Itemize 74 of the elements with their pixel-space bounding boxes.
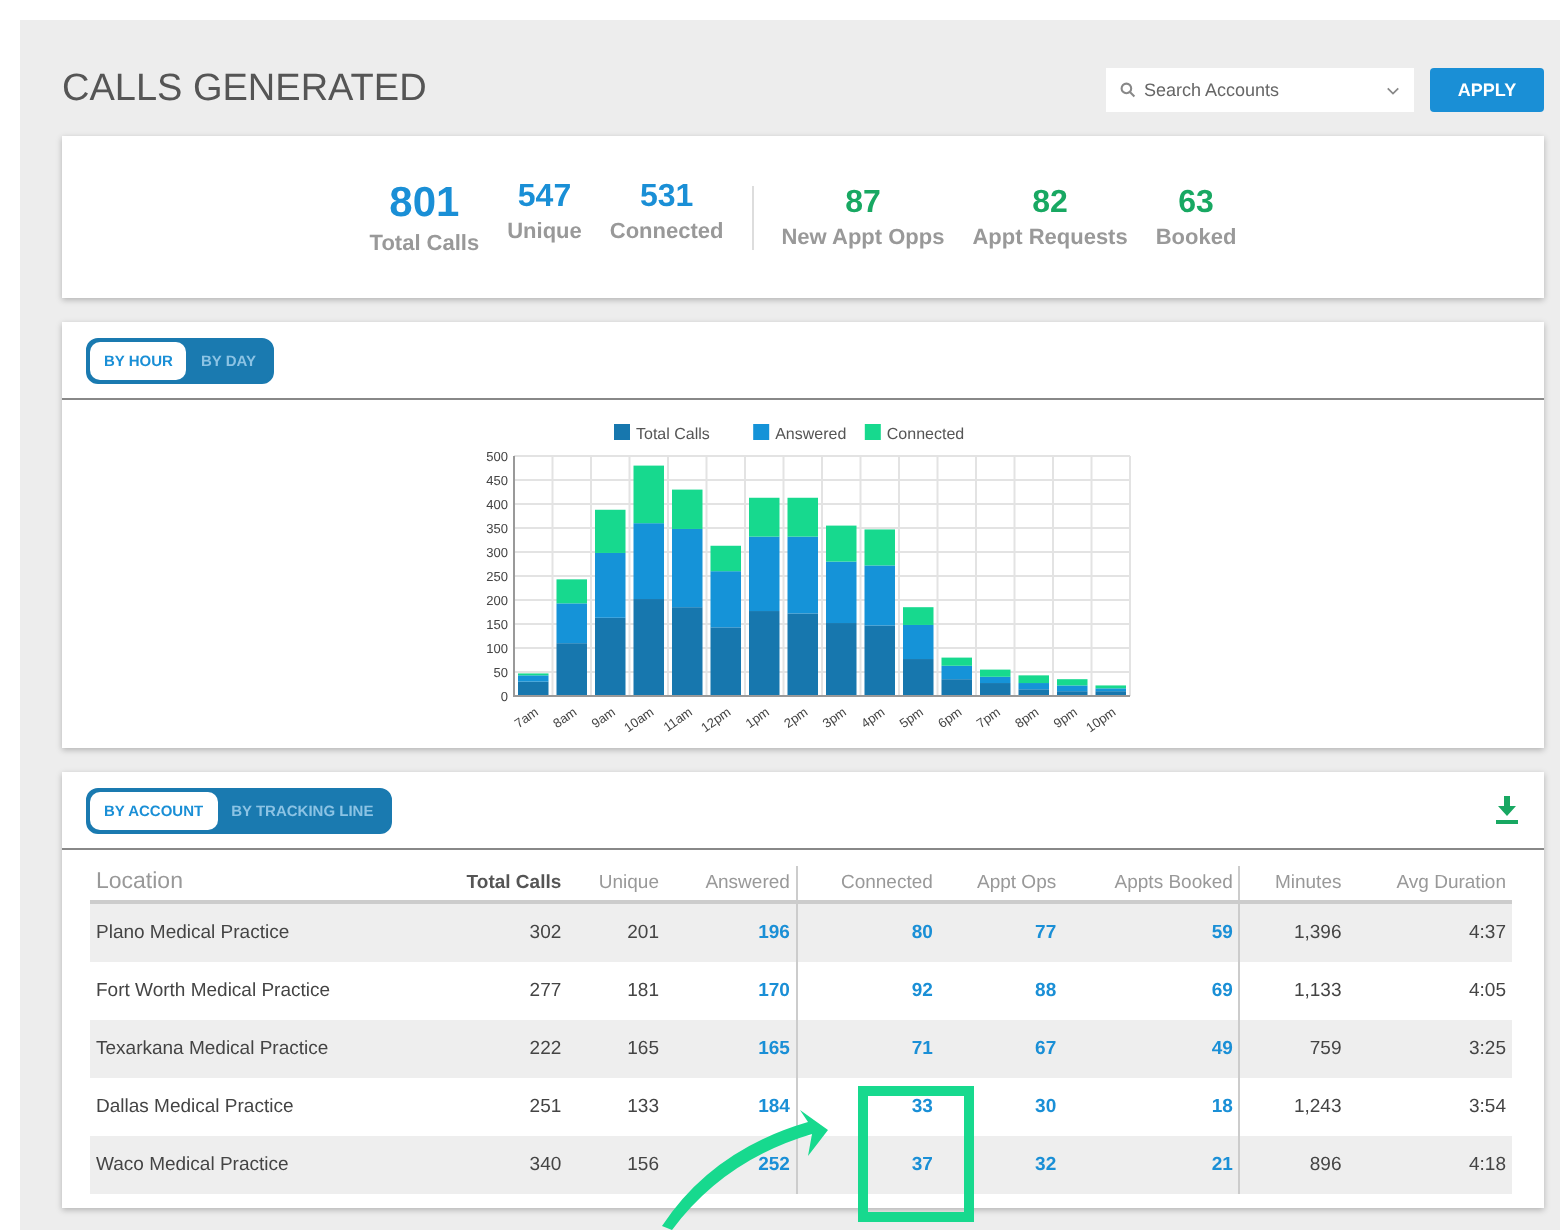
bar-segment <box>863 625 894 696</box>
bar-segment <box>709 627 740 696</box>
highlight-frame <box>858 1086 974 1222</box>
stat-label: Unique <box>507 219 582 243</box>
bar-segment <box>825 623 856 696</box>
table-cell: 133 <box>567 1078 665 1136</box>
table-cell: 165 <box>567 1020 665 1078</box>
table-cell: Texarkana Medical Practice <box>90 1020 423 1078</box>
table-link[interactable]: 196 <box>664 902 797 962</box>
apply-button[interactable]: APPLY <box>1430 68 1544 112</box>
table-link[interactable]: 32 <box>938 1136 1063 1194</box>
table-cell: 759 <box>1239 1020 1348 1078</box>
search-icon <box>1120 82 1136 98</box>
table-cell: 3:25 <box>1347 1020 1512 1078</box>
table-cell: 251 <box>422 1078 568 1136</box>
table-cell: 277 <box>422 962 568 1020</box>
legend-label: Connected <box>885 425 964 443</box>
download-icon[interactable] <box>1494 796 1520 824</box>
table-link[interactable]: 33 <box>796 1078 939 1136</box>
table-link[interactable]: 88 <box>938 962 1063 1020</box>
table-link[interactable]: 49 <box>1062 1020 1240 1078</box>
bar-segment <box>671 607 702 696</box>
stat-value: 531 <box>639 179 694 215</box>
table-link[interactable]: 59 <box>1062 902 1240 962</box>
stat-value: 87 <box>845 185 881 221</box>
stat-value: 801 <box>389 179 460 227</box>
search-field[interactable]: Search Accounts <box>1106 68 1414 112</box>
table-cell: 156 <box>567 1136 665 1194</box>
table-cell: 1,243 <box>1239 1078 1348 1136</box>
bar-segment <box>632 465 663 524</box>
stat-label: Booked <box>1155 225 1237 249</box>
table-cell: 201 <box>567 902 665 962</box>
table-cell: 4:18 <box>1347 1136 1512 1194</box>
stat-label: Appt Requests <box>972 225 1128 249</box>
page-title: CALLS GENERATED <box>62 68 429 112</box>
table-link[interactable]: 71 <box>796 1020 939 1078</box>
bar-segment <box>632 599 663 696</box>
table-cell: 1,133 <box>1239 962 1348 1020</box>
stat-label: New Appt Opps <box>781 225 945 249</box>
table-cell: 340 <box>422 1136 568 1194</box>
table-link[interactable]: 37 <box>796 1136 939 1194</box>
bar-segment <box>786 613 817 696</box>
table-link[interactable]: 80 <box>796 902 939 962</box>
table-cell: 1,396 <box>1239 902 1348 962</box>
bar-segment <box>902 659 933 696</box>
table-link[interactable]: 30 <box>938 1078 1063 1136</box>
table-link[interactable]: 77 <box>938 902 1063 962</box>
legend-label: Answered <box>774 425 846 443</box>
table-cell: 896 <box>1239 1136 1348 1194</box>
stat-value: 63 <box>1178 185 1214 221</box>
table-cell: 4:37 <box>1347 902 1512 962</box>
table-cell: Plano Medical Practice <box>90 902 423 962</box>
legend-label: Total Calls <box>635 425 709 443</box>
stat-label: Total Calls <box>369 231 480 255</box>
bar-segment <box>632 523 663 600</box>
table-link[interactable]: 165 <box>664 1020 797 1078</box>
table-cell: Dallas Medical Practice <box>90 1078 423 1136</box>
table-link[interactable]: 67 <box>938 1020 1063 1078</box>
stat-value: 82 <box>1032 185 1068 221</box>
table-cell: Fort Worth Medical Practice <box>90 962 423 1020</box>
bar-segment <box>555 643 586 696</box>
table-cell: 222 <box>422 1020 568 1078</box>
table-cell: 3:54 <box>1347 1078 1512 1136</box>
table-link[interactable]: 92 <box>796 962 939 1020</box>
table-cell: 302 <box>422 902 568 962</box>
table-cell: 4:05 <box>1347 962 1512 1020</box>
bar-segment <box>748 611 779 696</box>
table-cell: 181 <box>567 962 665 1020</box>
stat-value: 547 <box>517 179 572 215</box>
chevron-down-icon <box>1386 86 1400 96</box>
table-cell: Waco Medical Practice <box>90 1136 423 1194</box>
stat-label: Connected <box>609 219 724 243</box>
table-link[interactable]: 21 <box>1062 1136 1240 1194</box>
bar-segment <box>594 617 625 696</box>
